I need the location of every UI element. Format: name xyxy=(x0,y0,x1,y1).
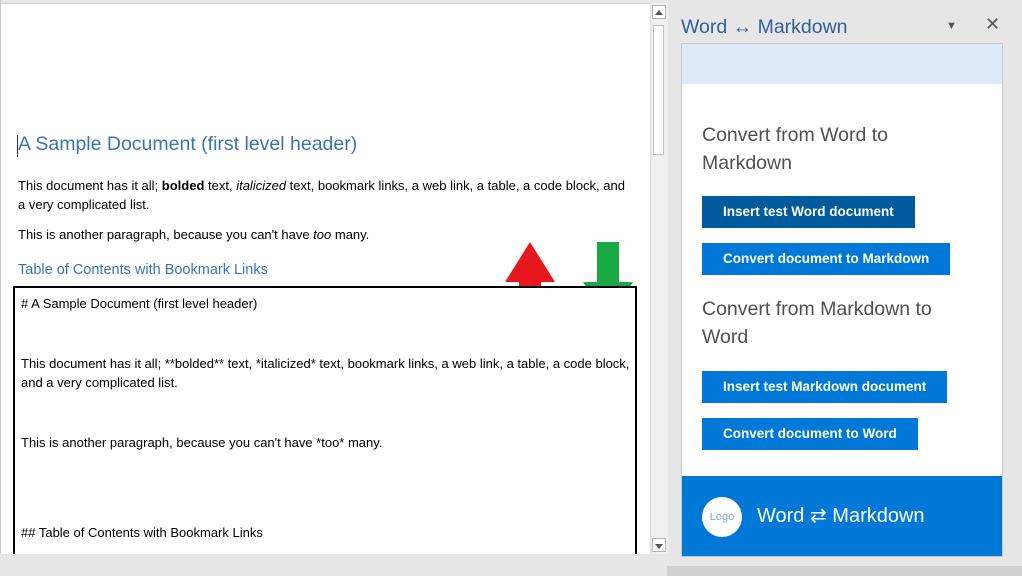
markdown-line-h2: ## Table of Contents with Bookmark Links xyxy=(21,525,263,540)
markdown-line-para2: This is another paragraph, because you c… xyxy=(21,435,383,450)
para2-text-b: many. xyxy=(331,227,370,242)
pane-header-title: Word ↔ Markdown xyxy=(681,16,848,38)
caret-down-icon xyxy=(655,544,663,549)
document-area[interactable]: A Sample Document (first level header) T… xyxy=(0,0,651,576)
pane-bottom-strip xyxy=(667,566,1022,576)
section-word-to-markdown-title: Convert from Word to Markdown xyxy=(702,124,889,174)
para1-text-a: This document has it all; xyxy=(18,178,162,193)
para1-italic: italicized xyxy=(236,178,287,193)
para2-text-a: This is another paragraph, because you c… xyxy=(18,227,314,242)
markdown-line-para1: This document has it all; **bolded** tex… xyxy=(21,356,630,390)
document-scrollbar[interactable] xyxy=(650,3,668,554)
pane-footer: Logo Word ⇄ Markdown xyxy=(682,476,1002,556)
para1-bold: bolded xyxy=(161,178,205,193)
status-strip xyxy=(0,554,667,576)
scroll-thumb[interactable] xyxy=(653,25,664,155)
convert-to-word-button[interactable]: Convert document to Word xyxy=(702,418,918,450)
document-top-line xyxy=(1,3,651,4)
logo-icon: Logo xyxy=(702,497,742,537)
scroll-down-button[interactable] xyxy=(652,538,666,552)
pane-banner xyxy=(682,44,1002,84)
document-title[interactable]: A Sample Document (first level header) xyxy=(18,133,357,156)
convert-to-markdown-button[interactable]: Convert document to Markdown xyxy=(702,243,951,275)
markdown-line-h1: # A Sample Document (first level header) xyxy=(21,296,258,311)
pane-options-icon[interactable]: ▼ xyxy=(946,20,957,32)
para1-text-b: text, xyxy=(204,178,237,193)
para2-italic: too xyxy=(313,227,332,242)
caret-up-icon xyxy=(655,10,663,15)
insert-test-markdown-button[interactable]: Insert test Markdown document xyxy=(702,371,948,403)
task-pane: Convert from Word to Markdown Insert tes… xyxy=(681,43,1003,557)
paragraph-1[interactable]: This document has it all; bolded text, i… xyxy=(18,176,628,214)
close-icon[interactable]: ✕ xyxy=(985,14,1000,35)
markdown-output-box[interactable]: # A Sample Document (first level header)… xyxy=(13,286,637,570)
insert-test-word-button[interactable]: Insert test Word document xyxy=(702,196,915,228)
scroll-up-button[interactable] xyxy=(652,5,666,19)
section-markdown-to-word-title: Convert from Markdown to Word xyxy=(702,298,932,348)
heading-toc[interactable]: Table of Contents with Bookmark Links xyxy=(18,262,268,278)
footer-title: Word ⇄ Markdown xyxy=(757,505,925,527)
